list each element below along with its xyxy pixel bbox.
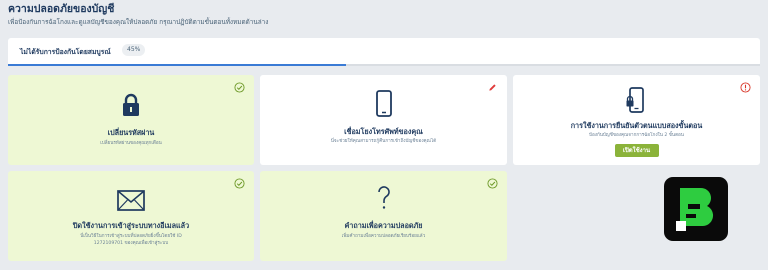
page-subtitle: เพื่อป้องกันการฉ้อโกงและดูแลบัญชีของคุณใ…: [8, 18, 269, 26]
brand-logo: [664, 177, 728, 241]
question-mark-icon: [377, 185, 391, 211]
card-title: เปลี่ยนรหัสผ่าน: [107, 128, 155, 137]
protection-progress-bar: [8, 63, 760, 66]
warning-circle-icon: [740, 82, 751, 93]
card-description: นี่เป็นวิธีในการเข้าสู่ระบบที่ปลอดภัยยิ่…: [80, 234, 182, 239]
pencil-icon[interactable]: [487, 82, 498, 93]
change-password-card[interactable]: เปลี่ยนรหัสผ่าน เปลี่ยนรหัสผ่านของคุณทุก…: [8, 75, 254, 165]
lock-icon: [122, 93, 140, 117]
logo-mark-icon: [676, 188, 714, 231]
two-step-verification-card[interactable]: การใช้งานการยืนยันตัวตนแบบสองขั้นตอน ป้อ…: [513, 75, 760, 165]
smartphone-icon: [375, 90, 392, 117]
card-description: นี่จะช่วยให้คุณสามารถกู้คืนการเข้าถึงบัญ…: [330, 139, 437, 144]
protection-progress-panel: ไม่ได้รับการป้องกันโดยสมบูรณ์ 45%: [8, 38, 760, 66]
protection-percent-badge: 45%: [122, 44, 146, 56]
phone-lock-icon: [626, 87, 648, 115]
check-circle-icon: [487, 178, 498, 189]
protection-status-label: ไม่ได้รับการป้องกันโดยสมบูรณ์: [20, 48, 111, 56]
link-phone-card[interactable]: เชื่อมโยงโทรศัพท์ของคุณ นี่จะช่วยให้คุณส…: [260, 75, 507, 165]
check-circle-icon: [234, 178, 245, 189]
card-description: เพิ่มคำถามเพื่อความปลอดภัยเรียบร้อยแล้ว: [341, 234, 426, 239]
protection-progress-fill: [8, 63, 347, 66]
email-login-card[interactable]: ปิดใช้งานการเข้าสู่ระบบทางอีเมลแล้ว นี่เ…: [8, 171, 254, 261]
security-question-card[interactable]: คำถามเพื่อความปลอดภัย เพิ่มคำถามเพื่อควา…: [260, 171, 507, 261]
envelope-icon: [117, 190, 145, 211]
account-security-page: ความปลอดภัยของบัญชี เพื่อป้องกันการฉ้อโก…: [0, 0, 768, 270]
card-description: 1272109701 ของคุณเพื่อเข้าสู่ระบบ: [93, 241, 169, 246]
card-description: เปลี่ยนรหัสผ่านของคุณทุกเดือน: [100, 141, 162, 146]
enable-two-step-button[interactable]: เปิดใช้งาน: [614, 144, 659, 157]
card-title: ปิดใช้งานการเข้าสู่ระบบทางอีเมลแล้ว: [72, 221, 190, 230]
card-title: เชื่อมโยงโทรศัพท์ของคุณ: [344, 127, 423, 136]
check-circle-icon: [234, 82, 245, 93]
page-header: ความปลอดภัยของบัญชี เพื่อป้องกันการฉ้อโก…: [8, 2, 760, 27]
page-title: ความปลอดภัยของบัญชี: [8, 3, 115, 15]
card-description: ป้องกันบัญชีของคุณจากการฉ้อโกงใน 2 ขั้นต…: [589, 133, 684, 138]
card-title: การใช้งานการยืนยันตัวตนแบบสองขั้นตอน: [570, 121, 703, 130]
card-title: คำถามเพื่อความปลอดภัย: [344, 221, 423, 230]
